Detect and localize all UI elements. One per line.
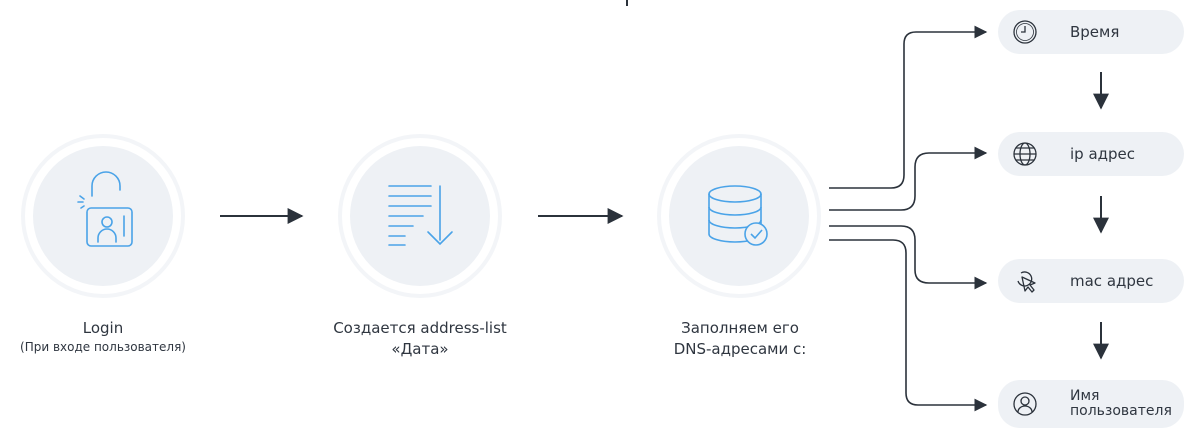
step-dns-caption: Заполняем его DNS-адресами с: (640, 318, 840, 360)
source-username-pill: Имя пользователя (998, 380, 1184, 428)
step-address-list-caption: Создается address-list «Дата» (310, 318, 530, 360)
flow-diagram (21, 0, 1109, 412)
step-dns-sublabel: DNS-адресами с: (673, 340, 807, 358)
connector-to-time (829, 25, 988, 189)
source-username-label-line1: Имя (1070, 388, 1100, 404)
source-ip-pill: ip адрес (998, 132, 1184, 176)
source-mac-label: mac адрес (1070, 272, 1154, 290)
source-time-label: Время (1070, 23, 1120, 41)
step-address-list-label: Создается address-list (333, 319, 507, 337)
connector-to-ip (829, 146, 988, 211)
source-mac-pill: mac адрес (998, 259, 1184, 303)
step-dns-node (657, 134, 821, 298)
globe-icon (1013, 142, 1037, 166)
user-icon (1013, 392, 1037, 416)
source-username-label: Имя пользователя (1070, 389, 1172, 419)
source-ip-label: ip адрес (1070, 145, 1136, 163)
connector-to-username (829, 239, 988, 412)
source-time-pill: Время (998, 10, 1184, 54)
step-login-caption: Login (При входе пользователя) (3, 318, 203, 356)
source-username-label-line2: пользователя (1070, 403, 1172, 419)
connector-to-mac (829, 225, 988, 290)
step-dns-label: Заполняем его (681, 319, 799, 337)
cursor-click-icon (1017, 271, 1036, 293)
clock-icon (1013, 20, 1037, 44)
step-login-node (21, 134, 185, 298)
step-login-label: Login (82, 319, 124, 337)
step-login-sublabel: (При входе пользователя) (20, 340, 186, 354)
step-address-list-sublabel: «Дата» (391, 340, 449, 358)
clipped-title-fragment (626, 0, 628, 6)
